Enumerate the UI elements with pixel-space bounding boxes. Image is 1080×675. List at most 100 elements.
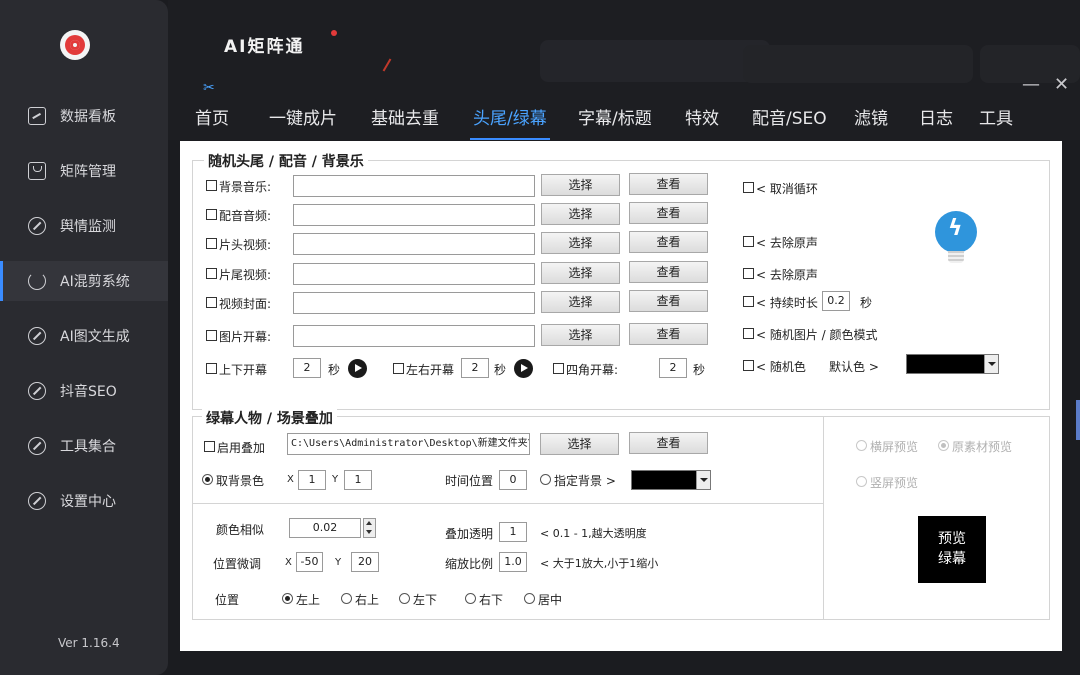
position-bottom-left-radio[interactable] — [399, 593, 410, 604]
outro-video-checkbox[interactable] — [206, 268, 217, 279]
scale-hint: < 大于1放大,小于1缩小 — [540, 557, 659, 570]
dub-audio-view-button[interactable]: 查看 — [629, 202, 708, 224]
horizontal-open-checkbox[interactable] — [393, 363, 404, 374]
close-button[interactable]: ✕ — [1054, 74, 1069, 95]
overlay-select-button[interactable]: 选择 — [540, 433, 619, 455]
version-label: Ver 1.16.4 — [58, 636, 120, 650]
take-bg-color-radio[interactable] — [202, 474, 213, 485]
tab-log[interactable]: 日志 — [919, 104, 953, 129]
specify-bg-color-select[interactable] — [631, 470, 711, 490]
dub-audio-select-button[interactable]: 选择 — [541, 203, 620, 225]
sidebar-item-tools[interactable]: 工具集合 — [0, 426, 168, 466]
play-icon[interactable] — [348, 359, 367, 378]
cover-view-button[interactable]: 查看 — [629, 290, 708, 312]
bg-music-select-button[interactable]: 选择 — [541, 174, 620, 196]
tab-tools[interactable]: 工具 — [979, 104, 1013, 129]
intro-video-view-button[interactable]: 查看 — [629, 231, 708, 253]
image-open-select-button[interactable]: 选择 — [541, 324, 620, 346]
tab-effects[interactable]: 特效 — [685, 104, 719, 129]
intro-video-checkbox[interactable] — [206, 238, 217, 249]
seconds-unit: 秒 — [328, 363, 341, 377]
cover-path-input[interactable] — [293, 292, 535, 314]
outro-video-select-button[interactable]: 选择 — [541, 262, 620, 284]
divider — [192, 503, 824, 504]
tab-head-tail[interactable]: 头尾/绿幕 — [473, 104, 547, 129]
preview-green-screen-button[interactable]: 预览 绿幕 — [918, 516, 986, 583]
default-color-select[interactable] — [906, 354, 999, 374]
bg-y-input[interactable]: 1 — [344, 470, 372, 490]
position-top-left-radio[interactable] — [282, 593, 293, 604]
intro-video-path-input[interactable] — [293, 233, 535, 255]
tab-subtitle[interactable]: 字幕/标题 — [578, 104, 652, 129]
corner-open-checkbox[interactable] — [553, 363, 564, 374]
color-similar-stepper[interactable] — [363, 518, 376, 538]
duration-checkbox[interactable] — [743, 296, 754, 307]
sidebar-item-monitor[interactable]: 舆情监测 — [0, 206, 168, 246]
play-icon[interactable] — [514, 359, 533, 378]
specify-bg-radio[interactable] — [540, 474, 551, 485]
position-top-right-radio[interactable] — [341, 593, 352, 604]
overlay-alpha-input[interactable]: 1 — [499, 522, 527, 542]
color-similar-input[interactable]: 0.02 — [289, 518, 361, 538]
sidebar-item-label: 工具集合 — [60, 439, 116, 455]
time-pos-input[interactable]: 0 — [499, 470, 527, 490]
dub-audio-path-input[interactable] — [293, 204, 535, 226]
enable-overlay-checkbox[interactable] — [204, 441, 215, 452]
cover-checkbox[interactable] — [206, 297, 217, 308]
bg-music-path-input[interactable] — [293, 175, 535, 197]
intro-video-select-button[interactable]: 选择 — [541, 232, 620, 254]
overlay-view-button[interactable]: 查看 — [629, 432, 708, 454]
position-label: 位置 — [215, 593, 240, 607]
scale-input[interactable]: 1.0 — [499, 552, 527, 572]
random-image-checkbox[interactable] — [743, 328, 754, 339]
corner-open-seconds-input[interactable]: 2 — [659, 358, 687, 378]
tab-filter[interactable]: 滤镜 — [854, 104, 888, 129]
sidebar-item-ai-mix[interactable]: AI混剪系统 — [0, 261, 168, 301]
cancel-loop-checkbox[interactable] — [743, 182, 754, 193]
sidebar-item-douyin-seo[interactable]: 抖音SEO — [0, 371, 168, 411]
image-open-path-input[interactable] — [293, 325, 535, 347]
bg-music-view-button[interactable]: 查看 — [629, 173, 708, 195]
pos-y-input[interactable]: 20 — [351, 552, 379, 572]
vertical-open-seconds-input[interactable]: 2 — [293, 358, 321, 378]
tab-home[interactable]: 首页 — [195, 104, 229, 129]
position-bottom-right-radio[interactable] — [465, 593, 476, 604]
portrait-preview-radio[interactable] — [856, 476, 867, 487]
circle-slash-icon — [28, 492, 46, 510]
remove-audio-intro-checkbox[interactable] — [743, 236, 754, 247]
original-preview-label: 原素材预览 — [952, 440, 1013, 454]
sidebar-item-label: AI图文生成 — [60, 329, 130, 345]
landscape-preview-radio[interactable] — [856, 440, 867, 451]
sidebar-item-label: 舆情监测 — [60, 219, 116, 235]
minimize-button[interactable]: — — [1022, 74, 1040, 95]
sidebar-item-matrix[interactable]: 矩阵管理 — [0, 151, 168, 191]
overlay-alpha-label: 叠加透明 — [445, 527, 494, 541]
image-open-view-button[interactable]: 查看 — [629, 323, 708, 345]
bg-music-checkbox[interactable] — [206, 180, 217, 191]
remove-audio-outro-checkbox[interactable] — [743, 268, 754, 279]
position-center-radio[interactable] — [524, 593, 535, 604]
duration-input[interactable]: 0.2 — [822, 291, 850, 311]
image-open-checkbox[interactable] — [206, 330, 217, 341]
circle-slash-icon — [28, 327, 46, 345]
tab-one-click[interactable]: 一键成片 — [269, 104, 337, 129]
tab-voice-seo[interactable]: 配音/SEO — [752, 104, 827, 129]
random-color-checkbox[interactable] — [743, 360, 754, 371]
sidebar-item-settings[interactable]: 设置中心 — [0, 481, 168, 521]
dub-audio-checkbox[interactable] — [206, 209, 217, 220]
pos-x-input[interactable]: -50 — [296, 552, 323, 572]
sidebar-item-dashboard[interactable]: 数据看板 — [0, 96, 168, 136]
sidebar-item-ai-text[interactable]: AI图文生成 — [0, 316, 168, 356]
outro-video-path-input[interactable] — [293, 263, 535, 285]
overlay-path-input[interactable]: C:\Users\Administrator\Desktop\新建文件夹\ex — [287, 433, 530, 455]
circle-slash-icon — [28, 437, 46, 455]
bg-x-input[interactable]: 1 — [298, 470, 326, 490]
original-preview-radio[interactable] — [938, 440, 949, 451]
main-panel: 随机头尾 / 配音 / 背景乐 背景音乐: 选择 查看 配音音频: 选择 查看 … — [180, 141, 1062, 651]
vertical-open-checkbox[interactable] — [206, 363, 217, 374]
tab-dedupe[interactable]: 基础去重 — [371, 104, 439, 129]
horizontal-open-seconds-input[interactable]: 2 — [461, 358, 489, 378]
x-label: X — [287, 474, 294, 485]
outro-video-view-button[interactable]: 查看 — [629, 261, 708, 283]
cover-select-button[interactable]: 选择 — [541, 291, 620, 313]
